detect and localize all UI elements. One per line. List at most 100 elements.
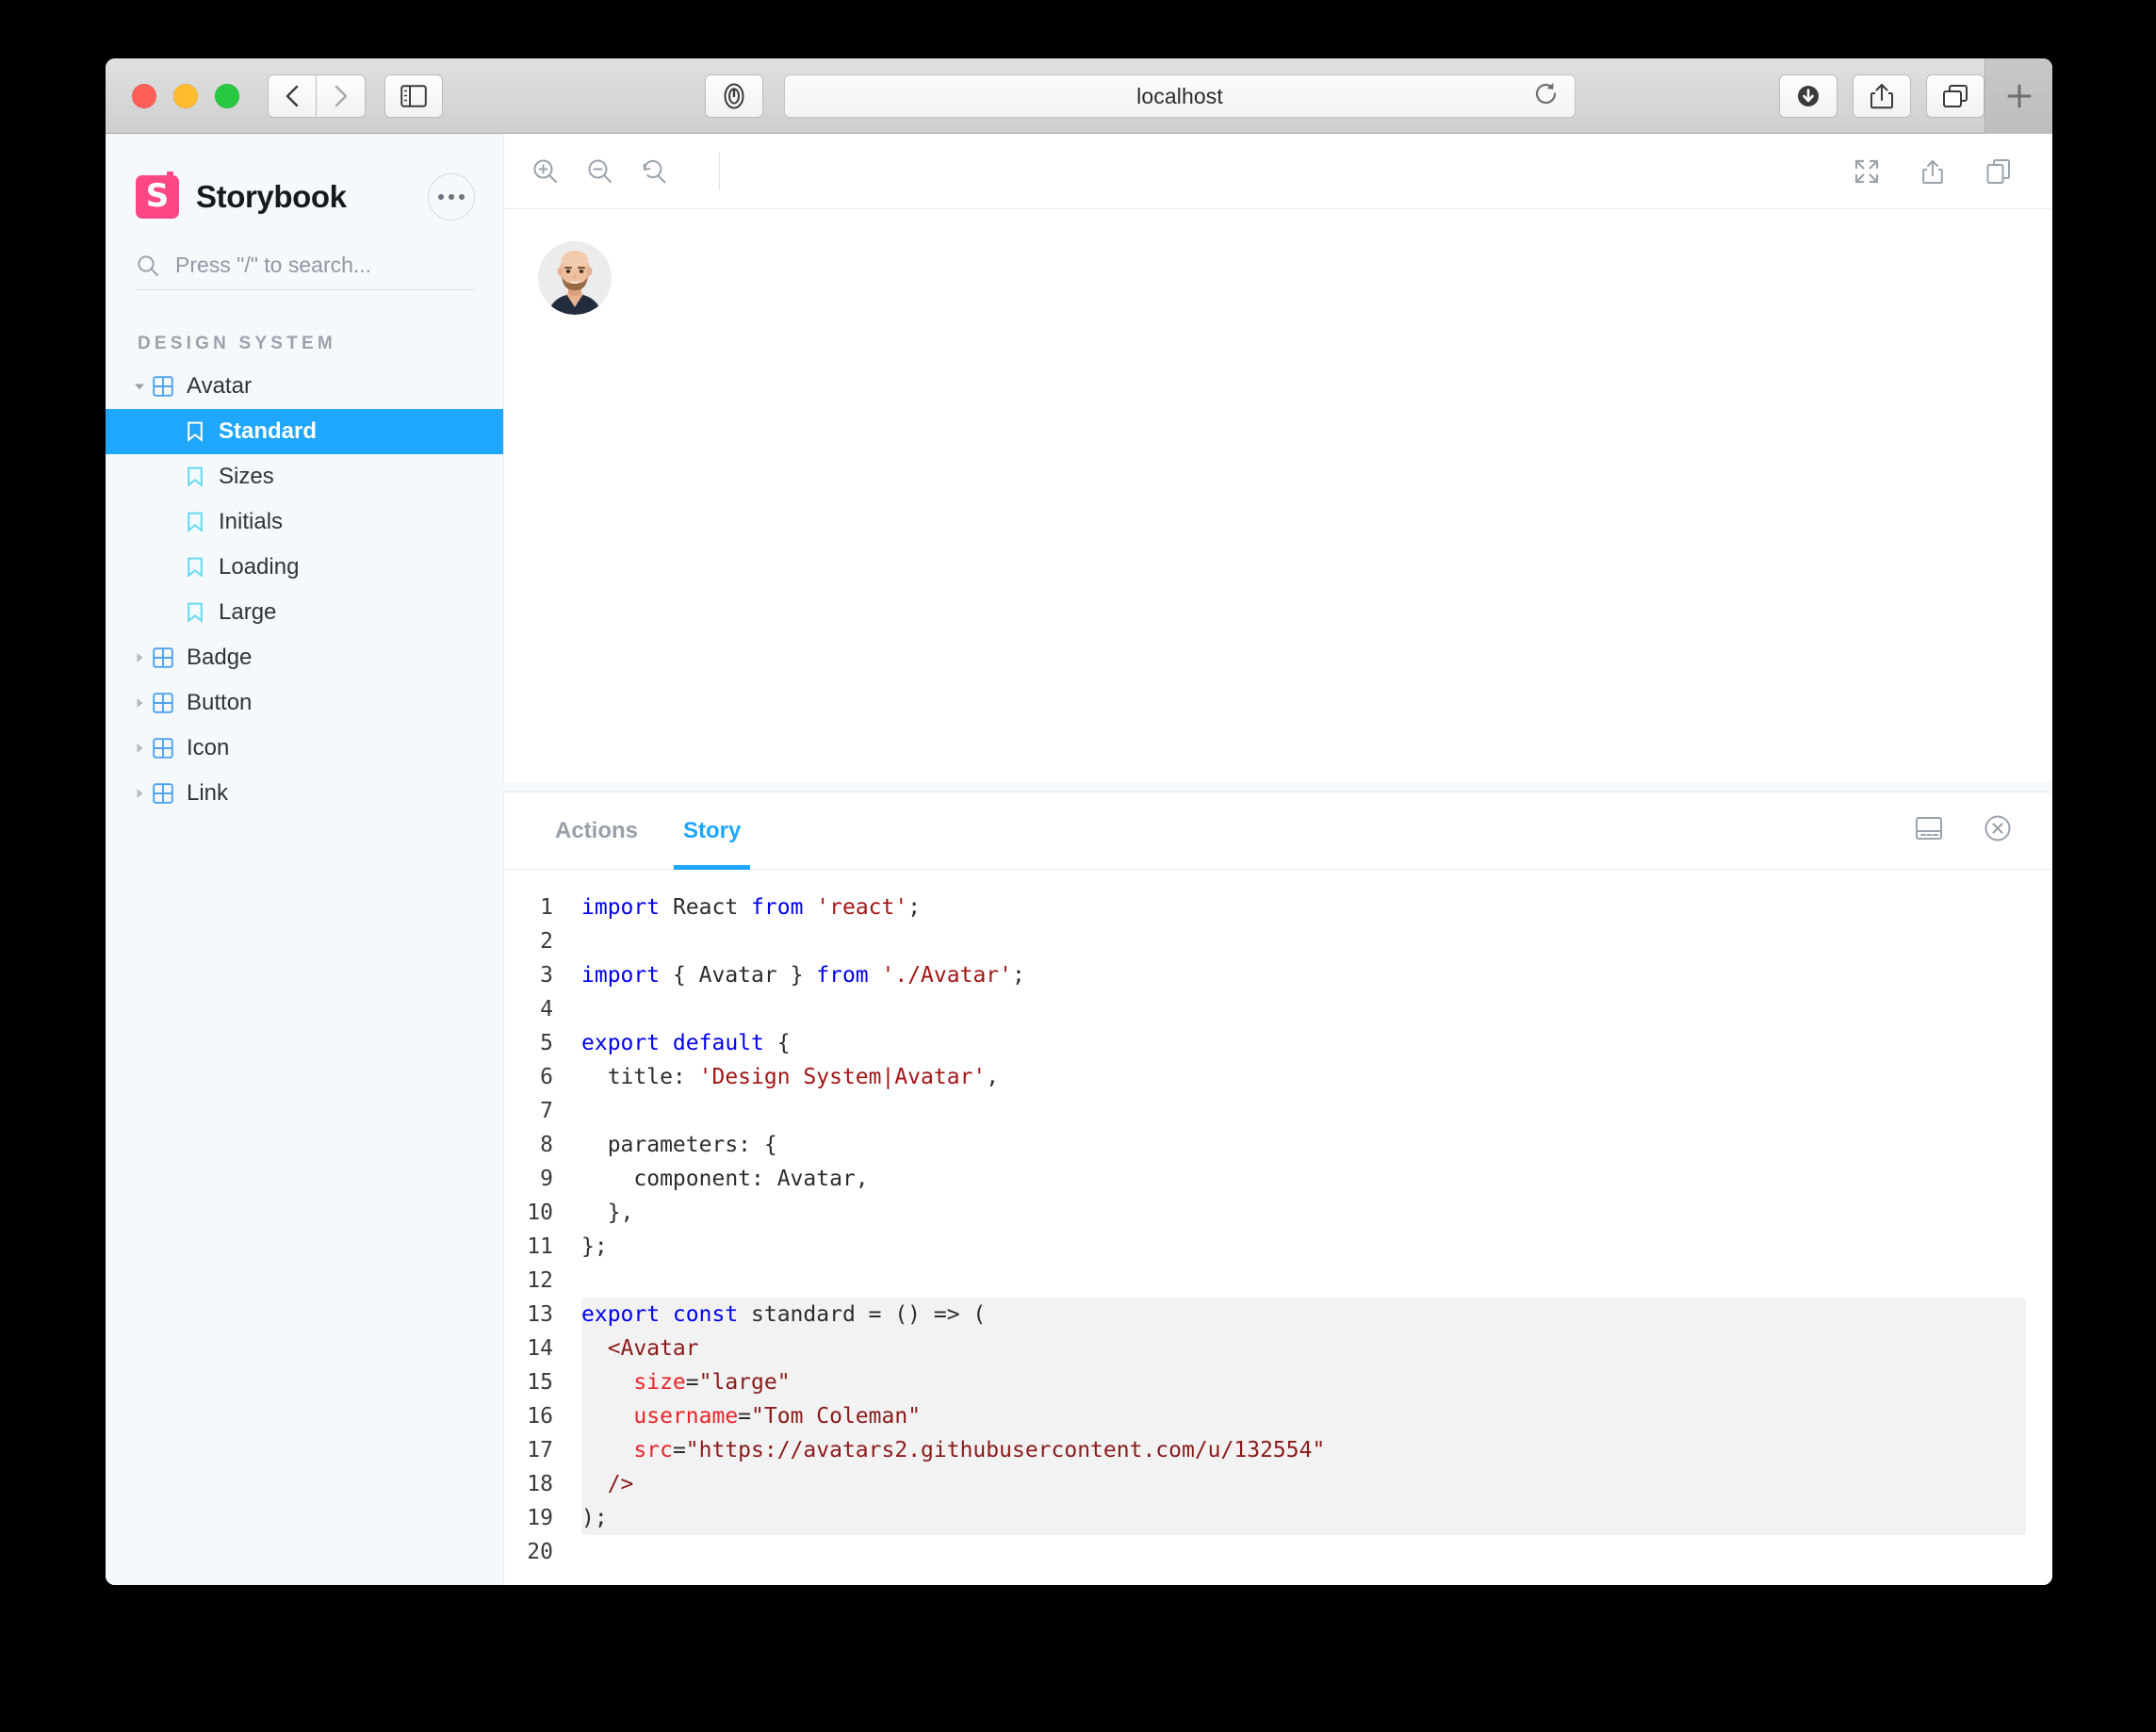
code-text: username="Tom Coleman" bbox=[572, 1399, 2052, 1433]
url-input[interactable]: localhost bbox=[784, 74, 1576, 118]
fullscreen-button[interactable] bbox=[1853, 157, 1881, 186]
zoom-out-button[interactable] bbox=[585, 156, 615, 187]
zoom-reset-icon bbox=[643, 159, 666, 183]
close-circle-icon bbox=[1984, 815, 2011, 841]
tree-item-avatar[interactable]: Avatar bbox=[106, 364, 503, 409]
code-token: title: bbox=[581, 1065, 699, 1089]
code-line: 1 import React from 'react'; bbox=[504, 891, 2052, 924]
code-token: from bbox=[816, 963, 869, 988]
panel-tools bbox=[1915, 792, 2052, 869]
tree-item-label: Badge bbox=[187, 645, 253, 670]
download-icon bbox=[1798, 86, 1819, 106]
code-token: "large" bbox=[698, 1370, 791, 1395]
copy-canvas-link-button[interactable] bbox=[1984, 157, 2013, 186]
code-token: "Tom Coleman" bbox=[751, 1404, 922, 1429]
close-window-button[interactable] bbox=[132, 83, 156, 108]
tree-item-icon[interactable]: Icon bbox=[106, 726, 503, 771]
forward-button[interactable] bbox=[317, 74, 366, 118]
caret-right-icon[interactable] bbox=[132, 741, 153, 756]
line-number: 2 bbox=[540, 929, 553, 954]
code-line: 13 export const standard = () => ( bbox=[504, 1298, 2052, 1332]
downloads-button[interactable] bbox=[1779, 74, 1838, 118]
address-bar-area: localhost bbox=[705, 74, 1576, 118]
caret-down-icon[interactable] bbox=[132, 379, 153, 394]
code-token: }; bbox=[581, 1234, 608, 1259]
sidebar-toggle-button[interactable] bbox=[384, 74, 443, 118]
open-in-new-tab-button[interactable] bbox=[1920, 157, 1945, 186]
code-token: username bbox=[581, 1404, 739, 1429]
tab-overview-button[interactable] bbox=[1926, 74, 1984, 118]
share-icon bbox=[1870, 84, 1893, 109]
minimize-window-button[interactable] bbox=[173, 83, 198, 108]
navigation-buttons bbox=[268, 74, 366, 118]
search-placeholder: Press "/" to search... bbox=[175, 253, 372, 277]
caret-right-icon[interactable] bbox=[132, 695, 153, 711]
tree-item-sizes[interactable]: Sizes bbox=[106, 454, 503, 499]
window-traffic-lights bbox=[132, 83, 239, 108]
code-token: React bbox=[660, 895, 752, 920]
tab-actions[interactable]: Actions bbox=[532, 792, 661, 869]
zoom-reset-button[interactable] bbox=[640, 156, 670, 187]
code-token: component: Avatar, bbox=[581, 1167, 869, 1191]
tree-item-large[interactable]: Large bbox=[106, 590, 503, 635]
sidebar-icon bbox=[400, 84, 427, 107]
story-source-code[interactable]: 1 import React from 'react'; 2 3 import { Av… bbox=[504, 870, 2052, 1585]
tree-item-button[interactable]: Button bbox=[106, 680, 503, 726]
sidebar-menu-button[interactable] bbox=[428, 173, 475, 221]
tree-item-link[interactable]: Link bbox=[106, 771, 503, 816]
tree-item-label: Initials bbox=[219, 509, 284, 534]
caret-right-icon[interactable] bbox=[132, 650, 153, 665]
component-grid-icon bbox=[153, 783, 173, 804]
tree-item-initials[interactable]: Initials bbox=[106, 499, 503, 545]
logo-flag bbox=[167, 172, 173, 184]
toolbar-divider bbox=[719, 152, 720, 190]
new-tab-button[interactable] bbox=[1984, 58, 2052, 134]
code-text: <Avatar bbox=[572, 1332, 2052, 1365]
line-number: 18 bbox=[527, 1472, 553, 1496]
canvas-toolbar bbox=[504, 134, 2052, 209]
maximize-window-button[interactable] bbox=[215, 83, 239, 108]
tree-item-label: Button bbox=[187, 690, 253, 715]
code-text: }, bbox=[572, 1196, 2052, 1230]
tree-item-standard[interactable]: Standard bbox=[106, 409, 503, 454]
code-token: standard = () => ( bbox=[738, 1302, 987, 1327]
panel-position-icon bbox=[1916, 817, 1942, 840]
storybook-logo-icon: S bbox=[136, 172, 179, 219]
tree-item-loading[interactable]: Loading bbox=[106, 545, 503, 590]
browser-right-toolbar bbox=[1779, 74, 1984, 118]
line-number: 13 bbox=[527, 1302, 553, 1327]
code-token: parameters: { bbox=[581, 1133, 777, 1157]
zoom-in-button[interactable] bbox=[531, 156, 561, 187]
code-token: { Avatar } bbox=[660, 963, 817, 988]
panel-tabs: Actions Story bbox=[504, 792, 2052, 870]
sidebar-header: S Storybook bbox=[106, 134, 503, 221]
reload-button[interactable] bbox=[1533, 81, 1560, 112]
code-token: = bbox=[685, 1370, 699, 1395]
back-button[interactable] bbox=[268, 74, 317, 118]
privacy-report-button[interactable] bbox=[705, 74, 763, 118]
privacy-report-icon bbox=[724, 83, 744, 109]
code-line: 3 import { Avatar } from './Avatar'; bbox=[504, 958, 2052, 992]
line-number: 15 bbox=[527, 1370, 553, 1395]
search-input[interactable]: Press "/" to search... bbox=[136, 253, 475, 290]
code-text: export default { bbox=[572, 1026, 2052, 1060]
code-line: 20 bbox=[504, 1535, 2052, 1569]
code-token: './Avatar' bbox=[881, 963, 1012, 988]
close-panel-button[interactable] bbox=[1983, 813, 2013, 848]
panel-position-button[interactable] bbox=[1915, 815, 1943, 846]
caret-right-icon[interactable] bbox=[132, 786, 153, 801]
line-number: 16 bbox=[527, 1404, 553, 1429]
code-token: }, bbox=[581, 1201, 634, 1225]
share-button[interactable] bbox=[1853, 74, 1911, 118]
code-line: 9 component: Avatar, bbox=[504, 1162, 2052, 1196]
code-text: parameters: { bbox=[572, 1128, 2052, 1162]
code-line: 17 src="https://avatars2.githubuserconte… bbox=[504, 1433, 2052, 1467]
tree-item-badge[interactable]: Badge bbox=[106, 635, 503, 680]
code-token: import bbox=[581, 895, 661, 920]
line-number: 1 bbox=[540, 895, 553, 920]
tab-story[interactable]: Story bbox=[661, 792, 763, 870]
storybook-sidebar: S Storybook Press "/" to search... DESIG… bbox=[106, 134, 503, 1585]
code-line: 11}; bbox=[504, 1230, 2052, 1264]
